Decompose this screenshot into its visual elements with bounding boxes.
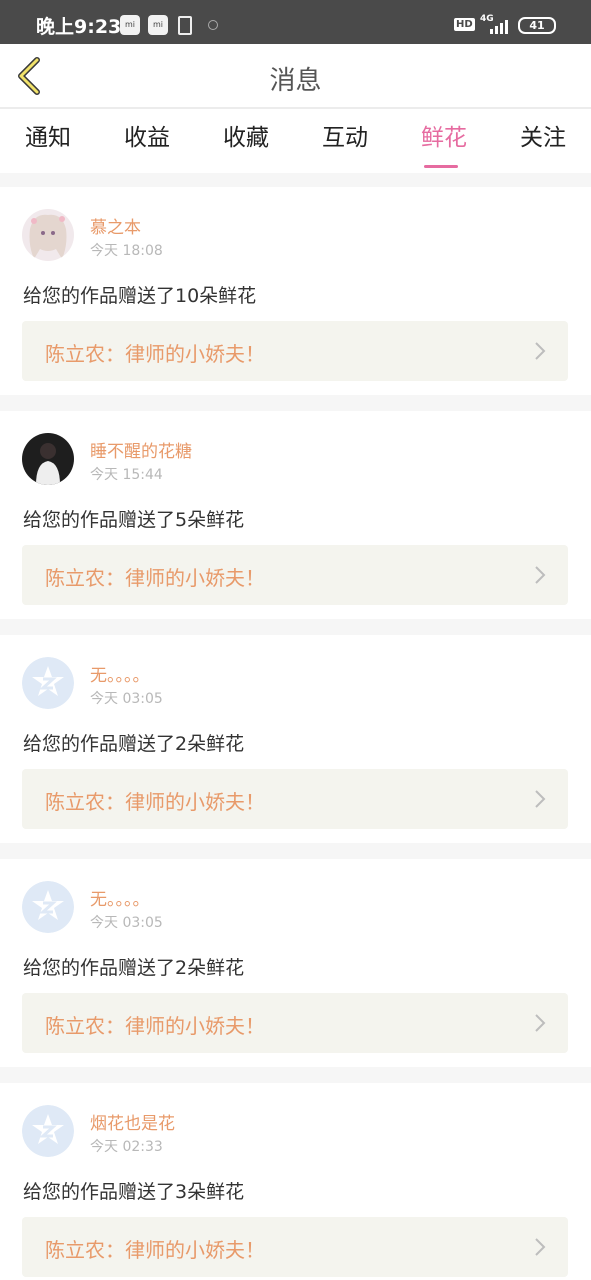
message-text: 给您的作品赠送了2朵鲜花 — [23, 957, 245, 979]
message-card: 烟花也是花 今天 02:33 给您的作品赠送了3朵鲜花 陈立农：律师的小娇夫！ — [0, 1083, 591, 1280]
tab-following[interactable]: 关注 — [513, 118, 573, 152]
photo-avatar-icon — [22, 433, 74, 485]
timestamp: 今天 15:44 — [90, 467, 163, 483]
user-avatar[interactable] — [22, 657, 74, 709]
chevron-right-icon — [535, 342, 546, 360]
user-avatar[interactable] — [22, 881, 74, 933]
work-link[interactable]: 陈立农：律师的小娇夫！ — [22, 545, 568, 605]
work-title: 陈立农：律师的小娇夫！ — [45, 1238, 265, 1262]
user-avatar[interactable] — [22, 1105, 74, 1157]
sync-icon — [208, 20, 218, 30]
chevron-right-icon — [535, 790, 546, 808]
tab-interactions[interactable]: 互动 — [315, 118, 375, 152]
tab-bar: 通知 收益 收藏 互动 鲜花 关注 — [0, 109, 591, 173]
username[interactable]: 睡不醒的花糖 — [90, 437, 192, 462]
user-avatar[interactable] — [22, 209, 74, 261]
work-link[interactable]: 陈立农：律师的小娇夫！ — [22, 993, 568, 1053]
work-title: 陈立农：律师的小娇夫！ — [45, 342, 265, 366]
work-title: 陈立农：律师的小娇夫！ — [45, 566, 265, 590]
username[interactable]: 无。。。。 — [90, 885, 150, 910]
username[interactable]: 烟花也是花 — [90, 1109, 175, 1134]
tab-earnings[interactable]: 收益 — [117, 118, 177, 152]
active-tab-indicator — [424, 165, 458, 168]
chevron-right-icon — [535, 1014, 546, 1032]
user-avatar[interactable] — [22, 433, 74, 485]
default-avatar-icon — [22, 1105, 74, 1157]
username[interactable]: 慕之本 — [90, 213, 141, 238]
message-card: 无。。。。 今天 03:05 给您的作品赠送了2朵鲜花 陈立农：律师的小娇夫！ — [0, 859, 591, 1067]
message-text: 给您的作品赠送了10朵鲜花 — [23, 285, 257, 307]
timestamp: 今天 18:08 — [90, 243, 163, 259]
work-title: 陈立农：律师的小娇夫！ — [45, 1014, 265, 1038]
tab-favorites[interactable]: 收藏 — [216, 118, 276, 152]
mi-app-icon: mi — [120, 15, 140, 35]
message-text: 给您的作品赠送了5朵鲜花 — [23, 509, 245, 531]
timestamp: 今天 02:33 — [90, 1139, 163, 1155]
timestamp: 今天 03:05 — [90, 915, 163, 931]
status-bar: 晚上9:23 mi mi HD 4G 41 — [0, 0, 591, 44]
hd-badge: HD — [454, 18, 475, 31]
chevron-right-icon — [535, 1238, 546, 1256]
tab-flowers[interactable]: 鲜花 — [414, 118, 474, 168]
page-title: 消息 — [269, 66, 322, 96]
message-list[interactable]: 慕之本 今天 18:08 给您的作品赠送了10朵鲜花 陈立农：律师的小娇夫！ 睡… — [0, 173, 591, 1280]
work-link[interactable]: 陈立农：律师的小娇夫！ — [22, 1217, 568, 1277]
message-text: 给您的作品赠送了2朵鲜花 — [23, 733, 245, 755]
work-title: 陈立农：律师的小娇夫！ — [45, 790, 265, 814]
message-card: 无。。。。 今天 03:05 给您的作品赠送了2朵鲜花 陈立农：律师的小娇夫！ — [0, 635, 591, 843]
username[interactable]: 无。。。。 — [90, 661, 150, 686]
message-card: 慕之本 今天 18:08 给您的作品赠送了10朵鲜花 陈立农：律师的小娇夫！ — [0, 187, 591, 395]
work-link[interactable]: 陈立农：律师的小娇夫！ — [22, 321, 568, 381]
work-link[interactable]: 陈立农：律师的小娇夫！ — [22, 769, 568, 829]
phone-clock-icon — [178, 16, 192, 35]
battery-icon: 41 — [518, 17, 556, 34]
header: 消息 — [0, 44, 591, 108]
tab-notifications[interactable]: 通知 — [18, 118, 78, 152]
status-time: 晚上9:23 — [36, 16, 122, 38]
message-card: 睡不醒的花糖 今天 15:44 给您的作品赠送了5朵鲜花 陈立农：律师的小娇夫！ — [0, 411, 591, 619]
message-text: 给您的作品赠送了3朵鲜花 — [23, 1181, 245, 1203]
anime-avatar-icon — [22, 209, 74, 261]
default-avatar-icon — [22, 657, 74, 709]
mi-app-icon: mi — [148, 15, 168, 35]
signal-icon — [490, 20, 508, 34]
chevron-right-icon — [535, 566, 546, 584]
timestamp: 今天 03:05 — [90, 691, 163, 707]
default-avatar-icon — [22, 881, 74, 933]
